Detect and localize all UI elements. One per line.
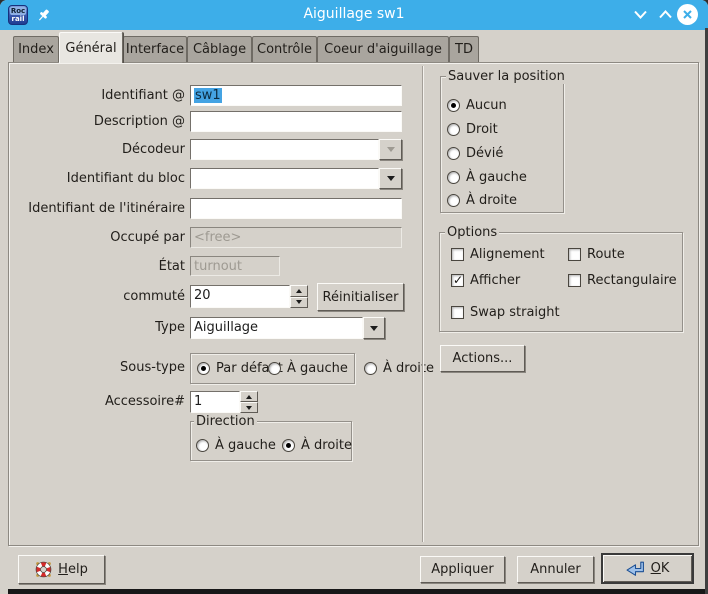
checkbox-icon	[568, 274, 581, 287]
radio-icon	[364, 362, 377, 375]
tab-coeur-aiguillage[interactable]: Coeur d'aiguillage	[317, 36, 449, 62]
bloc-label: Identifiant du bloc	[0, 171, 185, 187]
window-bottom-shadow	[8, 589, 708, 594]
checkbox-swap-straight[interactable]: Swap straight	[451, 305, 560, 320]
checkbox-route[interactable]: Route	[568, 247, 625, 262]
titlebar[interactable]: Roc rail Aiguillage sw1	[0, 0, 708, 30]
close-button[interactable]	[677, 4, 698, 25]
position-radio-droit[interactable]: Droit	[447, 122, 498, 137]
direction-radio-a-gauche[interactable]: À gauche	[196, 438, 276, 453]
triangle-up-icon	[296, 289, 302, 293]
tab-interface[interactable]: Interface	[123, 36, 187, 62]
options-groupbox: Options Alignement Route Afficher Rectan…	[439, 232, 683, 332]
close-icon	[682, 9, 693, 20]
bloc-combo-input[interactable]	[190, 168, 379, 189]
radio-icon	[447, 194, 460, 207]
radio-icon	[447, 147, 460, 160]
position-radio-devie[interactable]: Dévié	[447, 146, 503, 161]
bloc-combo-arrow[interactable]	[379, 168, 402, 189]
etat-input: turnout	[190, 256, 280, 276]
commute-spinner[interactable]	[290, 285, 308, 308]
radio-icon	[196, 439, 209, 452]
type-label: Type	[0, 320, 185, 336]
description-label: Description @	[0, 114, 185, 130]
position-radio-aucun[interactable]: Aucun	[447, 98, 507, 113]
pin-icon[interactable]	[36, 8, 51, 23]
annuler-button[interactable]: Annuler	[517, 556, 594, 583]
triangle-up-icon	[246, 395, 252, 399]
radio-icon	[447, 123, 460, 136]
position-radio-a-droite[interactable]: À droite	[447, 193, 517, 208]
ok-arrow-icon	[626, 561, 645, 576]
checkbox-afficher[interactable]: Afficher	[451, 273, 520, 288]
accessoire-label: Accessoire#	[0, 394, 185, 410]
checkbox-icon	[568, 248, 581, 261]
shade-chevron-down-icon[interactable]	[632, 8, 649, 21]
tab-general[interactable]: Général	[59, 32, 123, 63]
tab-index[interactable]: Index	[13, 36, 59, 62]
commute-label: commuté	[0, 289, 185, 305]
checkbox-checked-icon	[451, 274, 464, 287]
dialog-window: Roc rail Aiguillage sw1 Index Général In…	[0, 0, 708, 594]
actions-button[interactable]: Actions...	[440, 345, 525, 372]
decodeur-combo-arrow	[379, 139, 402, 160]
direction-group-title: Direction	[194, 414, 257, 429]
identifiant-label: Identifiant @	[0, 88, 185, 104]
checkbox-rectangulaire[interactable]: Rectangulaire	[568, 273, 677, 288]
decodeur-label: Décodeur	[0, 142, 185, 158]
radio-icon	[197, 362, 210, 375]
chevron-down-icon	[387, 147, 395, 152]
occupe-input: <free>	[190, 227, 402, 248]
decodeur-combo-input[interactable]	[190, 139, 379, 160]
lifering-help-icon	[35, 561, 52, 578]
radio-icon	[268, 362, 281, 375]
description-input[interactable]	[190, 111, 402, 132]
chevron-down-icon	[370, 326, 378, 331]
chevron-down-icon	[387, 176, 395, 181]
accessoire-input[interactable]: 1	[190, 391, 240, 413]
identifiant-input[interactable]: sw1	[190, 85, 402, 106]
triangle-down-icon	[246, 406, 252, 410]
spin-up-button[interactable]	[240, 391, 258, 402]
help-button[interactable]: Help	[18, 555, 105, 584]
accessoire-spinner[interactable]	[240, 391, 258, 413]
window-title: Aiguillage sw1	[120, 6, 588, 22]
radio-icon	[282, 439, 295, 452]
appliquer-button[interactable]: Appliquer	[420, 556, 505, 583]
radio-icon	[447, 99, 460, 112]
direction-radio-a-droite[interactable]: À droite	[282, 438, 352, 453]
spin-down-button[interactable]	[240, 402, 258, 413]
itineraire-label: Identifiant de l'itinéraire	[0, 201, 185, 217]
options-group-title: Options	[445, 225, 499, 240]
checkbox-icon	[451, 306, 464, 319]
position-radio-a-gauche[interactable]: À gauche	[447, 170, 527, 185]
soustype-radio-a-gauche[interactable]: À gauche	[268, 361, 348, 376]
radio-icon	[447, 171, 460, 184]
etat-label: État	[0, 259, 185, 275]
position-groupbox: Sauver la position Aucun Droit Dévié À g…	[440, 76, 564, 213]
help-label: Help	[58, 562, 88, 577]
checkbox-alignement[interactable]: Alignement	[451, 247, 545, 262]
maximize-chevron-up-icon[interactable]	[657, 8, 674, 21]
selected-text: sw1	[194, 88, 222, 103]
type-combo-arrow[interactable]	[363, 317, 385, 339]
ok-label: OK	[651, 561, 670, 576]
occupe-label: Occupé par	[0, 230, 185, 246]
itineraire-input[interactable]	[190, 198, 402, 219]
commute-input[interactable]: 20	[190, 285, 290, 308]
tab-td[interactable]: TD	[449, 36, 479, 62]
reinitialiser-button[interactable]: Réinitialiser	[317, 283, 404, 311]
spin-down-button[interactable]	[290, 297, 308, 309]
ok-button[interactable]: OK	[601, 553, 694, 584]
tab-controle[interactable]: Contrôle	[252, 36, 317, 62]
rocrail-app-icon: Roc rail	[8, 5, 28, 25]
checkbox-icon	[451, 248, 464, 261]
vertical-separator	[422, 66, 424, 542]
soustype-label: Sous-type	[0, 360, 185, 376]
position-group-title: Sauver la position	[446, 69, 567, 84]
tab-cablage[interactable]: Câblage	[187, 36, 252, 62]
spin-up-button[interactable]	[290, 285, 308, 297]
triangle-down-icon	[296, 300, 302, 304]
type-combo-input[interactable]: Aiguillage	[190, 317, 363, 339]
